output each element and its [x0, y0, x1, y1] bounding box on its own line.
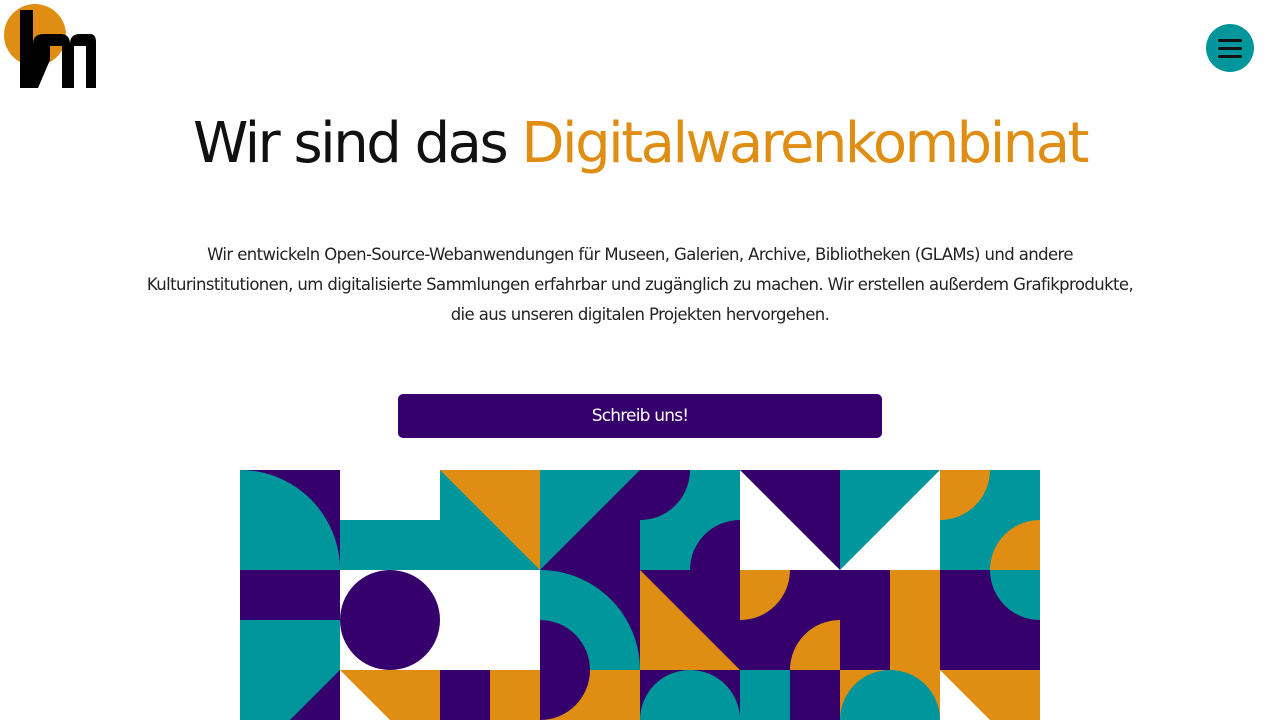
- geometric-pattern: [240, 470, 1040, 720]
- headline-accent: Digitalwarenkombinat: [521, 111, 1089, 176]
- logo[interactable]: [4, 4, 100, 92]
- page-title: Wir sind das Digitalwarenkombinat: [0, 108, 1280, 180]
- hamburger-icon: [1218, 38, 1242, 58]
- headline-prefix: Wir sind das: [192, 111, 522, 176]
- menu-button[interactable]: [1206, 24, 1254, 72]
- intro-text: Wir entwickeln Open-Source-Webanwendunge…: [146, 245, 1134, 324]
- contact-button[interactable]: Schreib uns!: [398, 394, 882, 438]
